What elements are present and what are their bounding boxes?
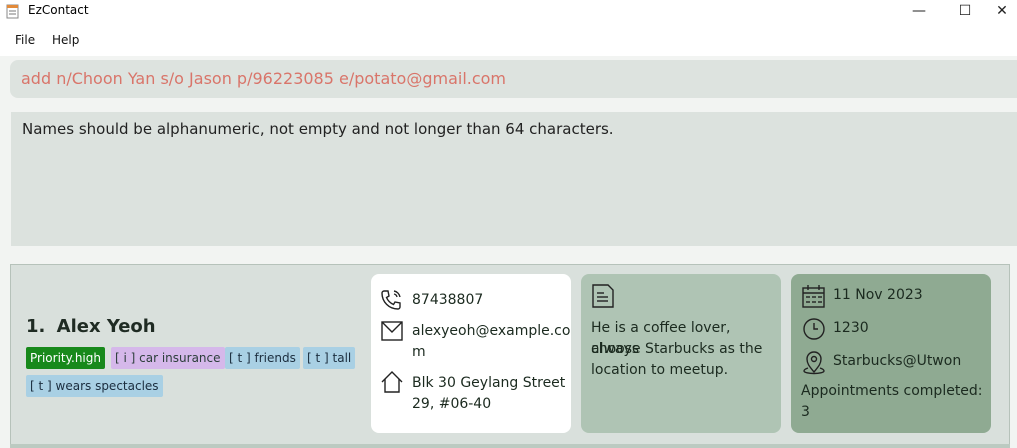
phone-icon: [379, 288, 403, 312]
maximize-icon: ☐: [958, 3, 972, 19]
clock-icon: [802, 317, 826, 341]
menu-bar: File Help: [0, 24, 1017, 56]
appointment-date: 11 Nov 2023: [833, 287, 923, 303]
home-icon: [380, 370, 404, 394]
app-notepad-icon: [6, 3, 20, 19]
person-index: 1.: [26, 316, 46, 337]
close-button[interactable]: ✕: [987, 0, 1017, 22]
email-icon: [380, 319, 404, 343]
priority-tag: Priority.high: [26, 347, 105, 369]
tag-wears-spectacles: [ t ] wears spectacles: [26, 375, 163, 397]
result-display: Names should be alphanumeric, not empty …: [11, 112, 1017, 246]
note-document-icon: [591, 283, 615, 309]
command-box[interactable]: add n/Choon Yan s/o Jason p/96223085 e/p…: [10, 60, 1017, 98]
maximize-button[interactable]: ☐: [942, 0, 988, 22]
result-message: Names should be alphanumeric, not empty …: [22, 120, 614, 138]
window-title: EzContact: [28, 3, 89, 17]
note-card: He is a coffee lover, always choose Star…: [581, 274, 781, 433]
close-icon: ✕: [996, 3, 1008, 19]
address-line-1: Blk 30 Geylang Street: [412, 375, 566, 391]
next-card-edge: [10, 444, 1010, 448]
tag-friends: [ t ] friends: [225, 347, 300, 369]
insurance-tag: [ i ] car insurance: [111, 347, 225, 369]
calendar-icon: [801, 284, 826, 309]
menu-file[interactable]: File: [15, 33, 35, 47]
location-pin-icon: [802, 349, 826, 375]
appointment-card: 11 Nov 2023 1230 Starbucks@Utwon Appoint…: [791, 274, 991, 433]
email-line-2: m: [412, 344, 426, 360]
tag-tall: [ t ] tall: [303, 347, 356, 369]
list-scrollbar[interactable]: [1010, 264, 1017, 448]
title-bar: EzContact — ☐ ✕: [0, 0, 1017, 24]
phone-number: 87438807: [412, 292, 484, 308]
command-input[interactable]: add n/Choon Yan s/o Jason p/96223085 e/p…: [21, 69, 506, 88]
note-line-3: location to meetup.: [591, 362, 729, 378]
email-line-1: alexyeoh@example.co: [412, 323, 571, 339]
appointments-completed-count: 3: [801, 404, 810, 420]
person-name: Alex Yeoh: [56, 316, 156, 337]
note-line-2: choose Starbucks as the: [591, 341, 763, 357]
person-card-header[interactable]: 1. Alex Yeoh: [26, 316, 156, 337]
appointment-venue: Starbucks@Utwon: [833, 353, 962, 369]
minimize-icon: —: [912, 3, 926, 19]
minimize-button[interactable]: —: [896, 0, 942, 22]
contact-info-card: 87438807 alexyeoh@example.co m Blk 30 Ge…: [371, 274, 571, 433]
appointments-completed-label: Appointments completed:: [801, 383, 983, 399]
address-line-2: 29, #06-40: [412, 396, 492, 412]
appointment-time: 1230: [833, 320, 869, 336]
menu-help[interactable]: Help: [52, 33, 79, 47]
